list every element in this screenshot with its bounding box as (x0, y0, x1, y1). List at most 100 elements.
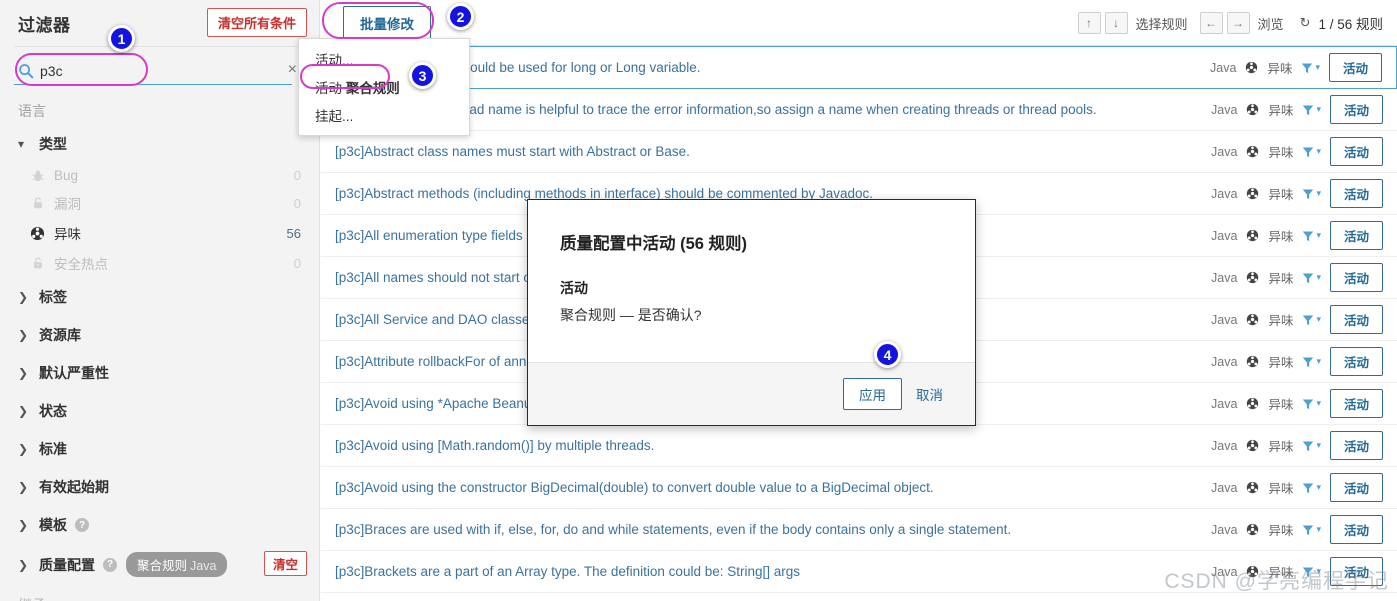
reload-icon[interactable]: ↻ (1300, 15, 1311, 31)
step-badge-1: 1 (108, 25, 135, 52)
browse-back-button[interactable]: ← (1199, 12, 1223, 34)
search-icon (18, 63, 34, 79)
activate-rule-button[interactable]: 活动 (1328, 53, 1382, 82)
rule-name-link[interactable]: [p3c]Brackets are a part of an Array typ… (335, 564, 1211, 579)
rule-meta: Java 异味 ▾ 活动 (1211, 431, 1397, 460)
table-row[interactable]: [p3c]'L' instead of 'l' should be used f… (321, 46, 1397, 89)
language-section-label: 语言 (18, 103, 46, 119)
filter-icon[interactable]: ▾ (1302, 146, 1321, 158)
help-icon[interactable]: ? (103, 557, 117, 572)
clear-search-icon[interactable]: × (288, 61, 297, 79)
chevron-down-icon: ▾ (1316, 356, 1321, 366)
activate-rule-button[interactable]: 活动 (1329, 221, 1383, 250)
table-row[interactable]: [p3c]Avoid using the constructor BigDeci… (321, 467, 1397, 509)
modal-subtitle: 活动 (560, 280, 588, 296)
dropdown-item-activate[interactable]: 活动... (299, 45, 469, 73)
sidebar-header: 过滤器 清空所有条件 (0, 0, 319, 46)
search-box[interactable] (14, 57, 292, 85)
activate-rule-button[interactable]: 活动 (1329, 347, 1383, 376)
step-badge-2: 2 (447, 3, 474, 30)
filter-icon[interactable]: ▾ (1302, 104, 1321, 116)
table-row[interactable]: [p3c]Braces are used with if, else, for,… (321, 509, 1397, 551)
sidebar-group-status[interactable]: ❯ 状态 (0, 392, 319, 430)
sidebar-group-repository[interactable]: ❯ 资源库 (0, 316, 319, 354)
table-row[interactable]: [p3c]Abstract class names must start wit… (321, 131, 1397, 173)
filter-icon[interactable]: ▾ (1302, 314, 1321, 326)
facet-vulnerability[interactable]: 漏洞 0 (0, 188, 319, 218)
chevron-down-icon: ▾ (1316, 230, 1321, 240)
facet-bug[interactable]: Bug 0 (0, 163, 319, 188)
facet-code-smell[interactable]: 异味 56 (0, 218, 319, 248)
sidebar-group-type[interactable]: ▾ 类型 (0, 125, 319, 163)
activate-rule-button[interactable]: 活动 (1329, 137, 1383, 166)
filter-icon[interactable]: ▾ (1301, 62, 1320, 74)
facet-security-hotspot[interactable]: ? 安全热点 0 (0, 248, 319, 278)
chevron-down-icon: ▾ (18, 137, 25, 151)
sidebar-group-template[interactable]: ❯ 模板 ? (0, 506, 319, 544)
table-row[interactable]: [p3c]Avoid using [Math.random()] by mult… (321, 425, 1397, 467)
rule-name-link[interactable]: [p3c]Braces are used with if, else, for,… (335, 522, 1211, 537)
sidebar-group-standard[interactable]: ❯ 标准 (0, 430, 319, 468)
clear-quality-profile-button[interactable]: 清空 (263, 551, 307, 576)
dropdown-item-prefix: 活动 (315, 81, 346, 96)
rules-page: 过滤器 清空所有条件 × 语言 ▾ 类型 Bug 0 (0, 0, 1397, 601)
sidebar-group-quality-profile[interactable]: ❯ 质量配置 ? 聚合规则 Java 清空 (0, 544, 319, 585)
table-row[interactable]: [p3c]Brackets are a part of an Array typ… (321, 551, 1397, 593)
filter-icon[interactable]: ▾ (1302, 398, 1321, 410)
sidebar-group-available-since[interactable]: ❯ 有效起始期 (0, 468, 319, 506)
select-next-rule-button[interactable]: ↓ (1104, 12, 1128, 34)
browse-forward-button[interactable]: → (1226, 12, 1250, 34)
activate-rule-button[interactable]: 活动 (1329, 515, 1383, 544)
rule-language: Java (1211, 438, 1238, 453)
dropdown-item-activate-profile[interactable]: 活动 聚合规则 (299, 73, 469, 101)
quality-profile-tag-name: 聚合规则 (137, 559, 188, 573)
help-icon[interactable]: ? (75, 518, 89, 532)
filter-icon[interactable]: ▾ (1302, 272, 1321, 284)
select-prev-rule-button[interactable]: ↑ (1077, 12, 1101, 34)
activate-rule-button[interactable]: 活动 (1329, 389, 1383, 418)
filter-icon[interactable]: ▾ (1302, 524, 1321, 536)
clear-all-filters-button[interactable]: 清空所有条件 (206, 8, 307, 37)
activate-rule-button[interactable]: 活动 (1329, 557, 1383, 586)
activate-rule-button[interactable]: 活动 (1329, 305, 1383, 334)
activate-rule-button[interactable]: 活动 (1329, 431, 1383, 460)
chevron-down-icon: ▾ (1316, 146, 1321, 156)
chevron-right-icon: ❯ (18, 518, 29, 532)
sidebar-group-label: 模板 (39, 517, 67, 533)
rule-language: Java (1211, 228, 1238, 243)
filter-icon[interactable]: ▾ (1302, 188, 1321, 200)
sidebar-group-tags[interactable]: ❯ 标签 (0, 278, 319, 316)
dropdown-item-deactivate[interactable]: 挂起... (299, 101, 469, 129)
facet-count: 0 (293, 195, 301, 211)
facet-label: 漏洞 (54, 197, 81, 212)
rule-name-link[interactable]: [p3c]Avoid using the constructor BigDeci… (335, 480, 1211, 495)
cancel-button[interactable]: 取消 (916, 384, 943, 404)
filter-icon[interactable]: ▾ (1302, 230, 1321, 242)
filter-icon[interactable]: ▾ (1302, 440, 1321, 452)
rule-name-link[interactable]: [p3c]Abstract class names must start wit… (335, 144, 1211, 159)
rule-name-link[interactable]: [p3c]Avoid using [Math.random()] by mult… (335, 438, 1211, 453)
rule-meta: Java 异味 ▾ 活动 (1211, 473, 1397, 502)
table-row[interactable]: [p3c]A meaningful thread name is helpful… (321, 89, 1397, 131)
modal-body: 质量配置中活动 (56 规则) 活动 聚合规则 — 是否确认? (528, 200, 975, 362)
sidebar-group-type-label: 类型 (39, 136, 67, 152)
chevron-down-icon: ▾ (1316, 482, 1321, 492)
bulk-change-button[interactable]: 批量修改 (343, 5, 431, 40)
rule-type: 异味 (1267, 62, 1293, 76)
rule-language: Java (1210, 60, 1237, 75)
activate-rule-button[interactable]: 活动 (1329, 179, 1383, 208)
filter-icon[interactable]: ▾ (1302, 566, 1321, 578)
sidebar-group-default-severity[interactable]: ❯ 默认严重性 (0, 354, 319, 392)
rule-type: 异味 (1268, 230, 1294, 244)
activate-rule-button[interactable]: 活动 (1329, 473, 1383, 502)
rule-meta: Java 异味 ▾ 活动 (1211, 389, 1397, 418)
filter-icon[interactable]: ▾ (1302, 356, 1321, 368)
chevron-down-icon: ▾ (1315, 62, 1320, 72)
search-input[interactable] (40, 62, 230, 79)
activate-rule-button[interactable]: 活动 (1329, 95, 1383, 124)
quality-profile-tag-lang: Java (190, 559, 217, 573)
facet-count: 0 (293, 168, 301, 183)
activate-rule-button[interactable]: 活动 (1329, 263, 1383, 292)
apply-button[interactable]: 应用 (843, 378, 902, 410)
filter-icon[interactable]: ▾ (1302, 482, 1321, 494)
